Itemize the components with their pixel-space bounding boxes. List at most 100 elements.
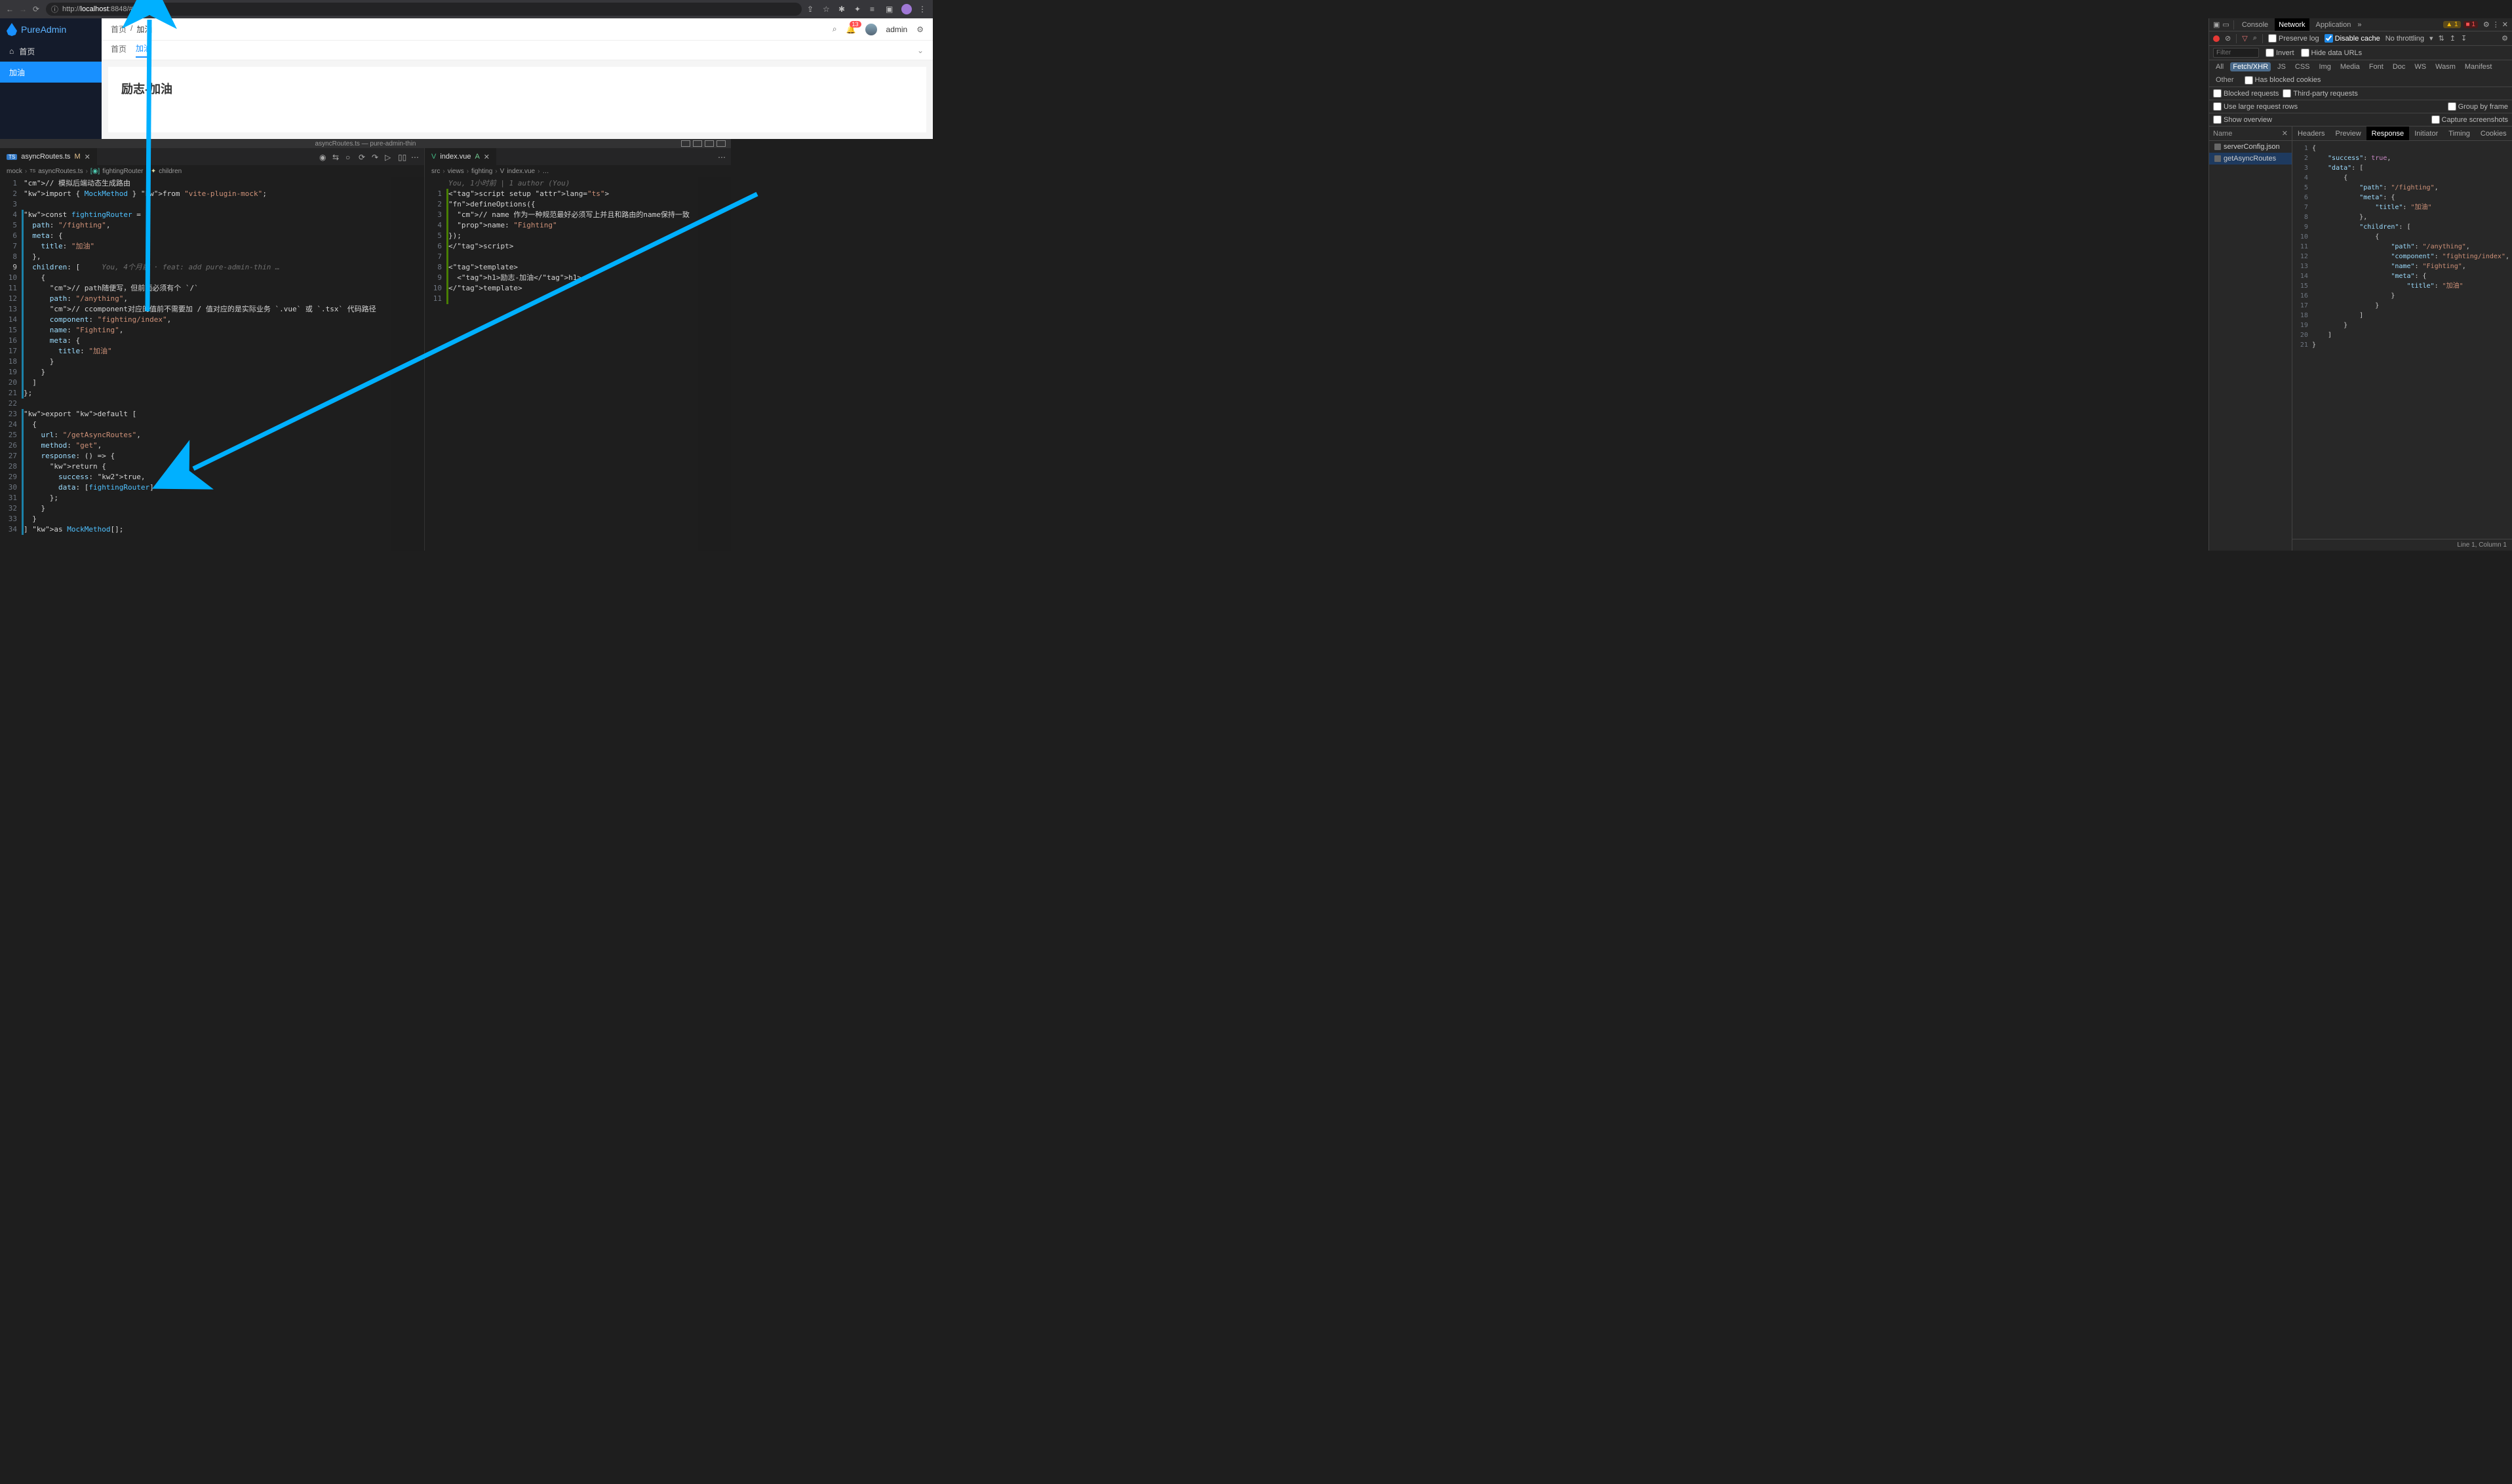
warning-badge[interactable]: ▲ 1 bbox=[2443, 21, 2460, 28]
kebab-icon[interactable]: ⋮ bbox=[2492, 20, 2500, 29]
run-icon[interactable]: ▷ bbox=[385, 153, 393, 161]
pill-fetch-xhr[interactable]: Fetch/XHR bbox=[2230, 62, 2271, 71]
preserve-log-checkbox[interactable]: Preserve log bbox=[2268, 34, 2319, 43]
pill-manifest[interactable]: Manifest bbox=[2462, 62, 2495, 71]
filter-input[interactable] bbox=[2213, 48, 2259, 58]
layout-icon[interactable] bbox=[681, 140, 690, 147]
third-party-checkbox[interactable]: Third-party requests bbox=[2283, 89, 2357, 98]
chevron-down-icon[interactable]: ▾ bbox=[2429, 34, 2433, 43]
download-icon[interactable]: ↧ bbox=[2461, 34, 2467, 43]
show-overview-checkbox[interactable]: Show overview bbox=[2213, 115, 2272, 124]
blocked-cookies-checkbox[interactable]: Has blocked cookies bbox=[2245, 76, 2321, 85]
pill-doc[interactable]: Doc bbox=[2390, 62, 2408, 71]
profile-avatar[interactable] bbox=[901, 4, 912, 14]
blocked-requests-checkbox[interactable]: Blocked requests bbox=[2213, 89, 2279, 98]
logo[interactable]: PureAdmin bbox=[0, 18, 102, 41]
request-row[interactable]: serverConfig.json bbox=[2209, 141, 2292, 153]
resp-tab-timing[interactable]: Timing bbox=[2443, 127, 2475, 140]
name-column-header[interactable]: Name bbox=[2213, 130, 2232, 138]
reload-button[interactable]: ⟳ bbox=[31, 5, 41, 14]
pill-img[interactable]: Img bbox=[2317, 62, 2334, 71]
more-tabs-icon[interactable]: » bbox=[2357, 21, 2361, 29]
throttling-select[interactable]: No throttling bbox=[2385, 35, 2424, 43]
resp-tab-initiator[interactable]: Initiator bbox=[2409, 127, 2443, 140]
pill-wasm[interactable]: Wasm bbox=[2433, 62, 2458, 71]
close-icon[interactable]: ✕ bbox=[484, 153, 490, 161]
bookmark-icon[interactable]: ☆ bbox=[823, 5, 832, 14]
pill-other[interactable]: Other bbox=[2213, 75, 2237, 85]
resp-tab-cookies[interactable]: Cookies bbox=[2475, 127, 2512, 140]
kebab-menu-icon[interactable]: ⋮ bbox=[918, 5, 928, 14]
code-editor-left[interactable]: "cm">// 模拟后端动态生成路由"kw">import { MockMeth… bbox=[24, 177, 391, 551]
capture-screenshots-checkbox[interactable]: Capture screenshots bbox=[2431, 115, 2509, 124]
minimap[interactable] bbox=[391, 177, 424, 551]
hide-data-urls-checkbox[interactable]: Hide data URLs bbox=[2301, 49, 2363, 57]
puzzle-icon[interactable]: ✦ bbox=[854, 5, 863, 14]
pill-font[interactable]: Font bbox=[2366, 62, 2386, 71]
extension-icon[interactable]: ✱ bbox=[838, 5, 848, 14]
sidebar-item-home[interactable]: ⌂ 首页 bbox=[0, 41, 102, 62]
notification-button[interactable]: 🔔 13 bbox=[846, 25, 856, 34]
pill-js[interactable]: JS bbox=[2275, 62, 2288, 71]
pill-all[interactable]: All bbox=[2213, 62, 2226, 71]
gear-icon[interactable]: ⚙ bbox=[916, 25, 924, 34]
layout-icon[interactable] bbox=[716, 140, 726, 147]
chevron-down-icon[interactable]: ⌄ bbox=[917, 46, 924, 55]
user-avatar-icon[interactable] bbox=[865, 24, 877, 35]
minimap[interactable] bbox=[698, 177, 731, 551]
layout-icon[interactable] bbox=[693, 140, 702, 147]
search-icon[interactable]: ⌕ bbox=[2253, 34, 2257, 43]
resp-tab-headers[interactable]: Headers bbox=[2292, 127, 2330, 140]
address-bar[interactable]: ⓘ http://localhost:8848/#/anything bbox=[46, 3, 802, 16]
search-icon[interactable]: ⌕ bbox=[833, 24, 837, 34]
panel-icon[interactable]: ▣ bbox=[886, 5, 895, 14]
pill-css[interactable]: CSS bbox=[2292, 62, 2313, 71]
clear-icon[interactable]: ⊘ bbox=[2225, 34, 2231, 43]
gear-icon[interactable]: ⚙ bbox=[2483, 20, 2490, 29]
editor-tab-index-vue[interactable]: V index.vue A ✕ bbox=[425, 148, 497, 165]
list-icon[interactable]: ≡ bbox=[870, 5, 879, 14]
close-icon[interactable]: ✕ bbox=[2502, 20, 2508, 29]
compass-icon[interactable]: ◉ bbox=[319, 153, 327, 161]
sidebar-item-fighting[interactable]: 加油 bbox=[0, 62, 102, 83]
large-rows-checkbox[interactable]: Use large request rows bbox=[2213, 102, 2298, 111]
forward-button[interactable]: → bbox=[18, 5, 28, 14]
resp-tab-preview[interactable]: Preview bbox=[2330, 127, 2366, 140]
close-icon[interactable]: ✕ bbox=[85, 153, 90, 161]
filter-icon[interactable]: ▽ bbox=[2242, 34, 2247, 43]
editor-breadcrumb[interactable]: mock› TS asyncRoutes.ts› [◉] fightingRou… bbox=[0, 165, 424, 177]
username-label[interactable]: admin bbox=[886, 25, 908, 34]
more-icon[interactable]: ⋯ bbox=[718, 153, 726, 161]
group-frame-checkbox[interactable]: Group by frame bbox=[2448, 102, 2508, 111]
response-json-body[interactable]: 1{ 2 "success": true, 3 "data": [ 4 { 5 … bbox=[2292, 141, 2512, 539]
settings-gear-icon[interactable]: ⚙ bbox=[2502, 34, 2508, 43]
tab-fighting[interactable]: 加油 bbox=[136, 43, 151, 58]
devtools-tab-application[interactable]: Application bbox=[2312, 18, 2355, 31]
arrow-icon[interactable]: ⟳ bbox=[359, 153, 366, 161]
git-compare-icon[interactable]: ⇆ bbox=[332, 153, 340, 161]
circle-icon[interactable]: ○ bbox=[345, 153, 353, 161]
arrow-icon[interactable]: ↷ bbox=[372, 153, 380, 161]
code-editor-right[interactable]: You, 1小时前 | 1 author (You)<"tag">script … bbox=[448, 177, 698, 551]
upload-icon[interactable]: ↥ bbox=[2450, 34, 2456, 43]
editor-tab-async-routes[interactable]: TS asyncRoutes.ts M ✕ bbox=[0, 148, 98, 165]
editor-breadcrumb[interactable]: src› views› fighting› V index.vue› … bbox=[425, 165, 731, 177]
devtools-tab-network[interactable]: Network bbox=[2275, 18, 2309, 31]
disable-cache-checkbox[interactable]: Disable cache bbox=[2325, 34, 2380, 43]
breadcrumb-item[interactable]: 首页 bbox=[111, 24, 127, 35]
device-icon[interactable]: ▭ bbox=[2222, 20, 2229, 29]
request-row[interactable]: getAsyncRoutes bbox=[2209, 153, 2292, 165]
more-icon[interactable]: ⋯ bbox=[411, 153, 419, 161]
pill-ws[interactable]: WS bbox=[2412, 62, 2429, 71]
layout-icon[interactable] bbox=[705, 140, 714, 147]
split-icon[interactable]: ▯▯ bbox=[398, 153, 406, 161]
close-icon[interactable]: ✕ bbox=[2282, 129, 2288, 138]
error-badge[interactable]: ■ 1 bbox=[2463, 21, 2478, 28]
record-button[interactable] bbox=[2213, 35, 2220, 42]
share-icon[interactable]: ⇪ bbox=[807, 5, 816, 14]
tab-home[interactable]: 首页 bbox=[111, 43, 127, 57]
invert-checkbox[interactable]: Invert bbox=[2266, 49, 2294, 57]
inspect-icon[interactable]: ▣ bbox=[2213, 20, 2220, 29]
wifi-icon[interactable]: ⇅ bbox=[2439, 34, 2444, 43]
resp-tab-response[interactable]: Response bbox=[2366, 127, 2410, 140]
